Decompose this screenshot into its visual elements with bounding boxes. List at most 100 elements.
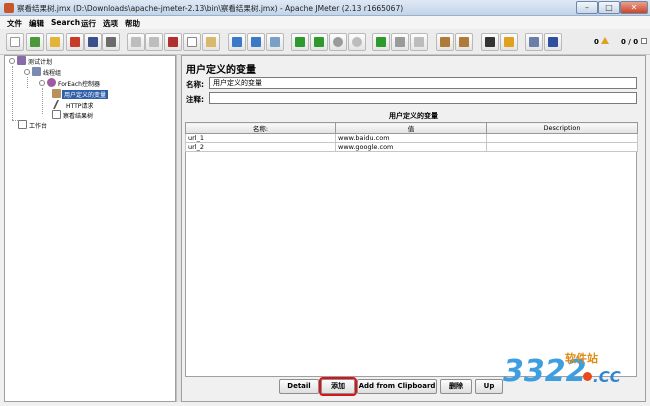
play-no-pause-icon (314, 37, 324, 47)
close-plan-icon (70, 37, 80, 47)
help-button[interactable] (544, 33, 562, 51)
user-variables-icon (52, 89, 61, 98)
title-bar: 察看结果树.jmx (D:\Downloads\apache-jmeter-2.… (0, 0, 650, 16)
tree-toggle-icon[interactable] (39, 80, 45, 86)
name-label: 名称: (186, 80, 204, 89)
search-button[interactable] (481, 33, 499, 51)
status-indicator-icon (641, 38, 647, 44)
save-screenshot-button[interactable] (102, 33, 120, 51)
plus-icon (232, 37, 242, 47)
expand-all-button[interactable] (228, 33, 246, 51)
clear-button[interactable] (436, 33, 454, 51)
redo-button[interactable] (145, 33, 163, 51)
shutdown-icon (352, 37, 362, 47)
table-row[interactable]: url_2 www.google.com (185, 142, 638, 152)
window-title: 察看结果树.jmx (D:\Downloads\apache-jmeter-2.… (17, 4, 404, 13)
tree-line (42, 88, 43, 114)
menu-bar: 文件 编辑 Search 运行 选项 帮助 (0, 16, 650, 29)
column-header-name[interactable]: 名称: (185, 122, 336, 134)
menu-search[interactable]: Search (51, 18, 80, 27)
reset-search-icon (504, 37, 514, 47)
watermark-site-name: 软件站 (565, 352, 598, 365)
warning-icon[interactable] (601, 37, 609, 44)
column-header-description[interactable]: Description (486, 122, 638, 134)
binoculars-icon (485, 37, 495, 47)
jmeter-app-icon (4, 3, 14, 13)
scissors-icon (168, 37, 178, 47)
new-button[interactable] (6, 33, 24, 51)
broom-all-icon (459, 37, 469, 47)
http-request-icon (52, 100, 67, 109)
templates-button[interactable] (26, 33, 44, 51)
remote-start-button[interactable] (372, 33, 390, 51)
menu-options[interactable]: 选项 (103, 18, 118, 29)
function-helper-button[interactable] (525, 33, 543, 51)
add-from-clipboard-button[interactable]: Add from Clipboard (357, 379, 437, 394)
remote-shutdown-icon (414, 37, 424, 47)
undo-button[interactable] (127, 33, 145, 51)
site-watermark: 3322 软件站 .CC (503, 350, 646, 400)
redo-icon (149, 37, 159, 47)
table-cell[interactable]: url_1 (185, 133, 336, 143)
remote-shutdown-button[interactable] (410, 33, 428, 51)
column-header-value[interactable]: 值 (335, 122, 487, 134)
toolbar: 0 0 / 0 (0, 29, 650, 55)
test-plan-icon (17, 56, 26, 65)
reset-search-button[interactable] (500, 33, 518, 51)
maximize-button[interactable]: □ (598, 1, 620, 14)
table-header-row: 名称: 值 Description (185, 122, 638, 134)
copy-icon (187, 37, 197, 47)
page-title: 用户定义的变量 (186, 65, 256, 76)
play-icon (295, 37, 305, 47)
add-button[interactable]: 添加 (319, 377, 357, 396)
cut-button[interactable] (164, 33, 182, 51)
help-book-icon (548, 37, 558, 47)
name-input[interactable] (209, 77, 637, 89)
menu-file[interactable]: 文件 (7, 18, 22, 29)
shutdown-button[interactable] (348, 33, 366, 51)
table-cell[interactable]: www.baidu.com (335, 133, 487, 143)
minimize-button[interactable]: – (576, 1, 598, 14)
remote-play-icon (376, 37, 386, 47)
toggle-button[interactable] (266, 33, 284, 51)
comment-input[interactable] (209, 92, 637, 104)
copy-button[interactable] (183, 33, 201, 51)
close-button[interactable]: ✕ (620, 1, 648, 14)
table-cell[interactable]: www.google.com (335, 142, 487, 152)
start-no-pause-button[interactable] (310, 33, 328, 51)
open-button[interactable] (46, 33, 64, 51)
stop-icon (333, 37, 343, 47)
table-cell[interactable] (486, 142, 638, 152)
undo-icon (131, 37, 141, 47)
table-row[interactable]: url_1 www.baidu.com (185, 133, 638, 143)
table-cell[interactable]: url_2 (185, 142, 336, 152)
detail-button[interactable]: Detail (279, 379, 319, 394)
delete-button[interactable]: 删除 (440, 379, 472, 394)
menu-run[interactable]: 运行 (81, 18, 96, 29)
menu-help[interactable]: 帮助 (125, 18, 140, 29)
clear-all-button[interactable] (455, 33, 473, 51)
table-caption: 用户定义的变量 (389, 112, 438, 120)
watermark-domain: .CC (593, 368, 621, 386)
new-file-icon (10, 37, 20, 47)
up-button[interactable]: Up (475, 379, 503, 394)
table-cell[interactable] (486, 133, 638, 143)
minus-icon (251, 37, 261, 47)
thread-counter: 0 / 0 (621, 38, 639, 46)
collapse-all-button[interactable] (247, 33, 265, 51)
tree-toggle-icon[interactable] (24, 69, 30, 75)
folder-icon (50, 37, 60, 47)
comment-label: 注释: (186, 95, 204, 104)
stop-button[interactable] (329, 33, 347, 51)
close-plan-button[interactable] (66, 33, 84, 51)
thread-group-icon (32, 67, 41, 76)
save-button[interactable] (84, 33, 102, 51)
remote-stop-button[interactable] (391, 33, 409, 51)
tree-line (12, 66, 13, 120)
menu-edit[interactable]: 编辑 (29, 18, 44, 29)
templates-icon (30, 37, 40, 47)
foreach-controller-icon (47, 78, 56, 87)
start-button[interactable] (291, 33, 309, 51)
tree-toggle-icon[interactable] (9, 58, 15, 64)
paste-button[interactable] (202, 33, 220, 51)
